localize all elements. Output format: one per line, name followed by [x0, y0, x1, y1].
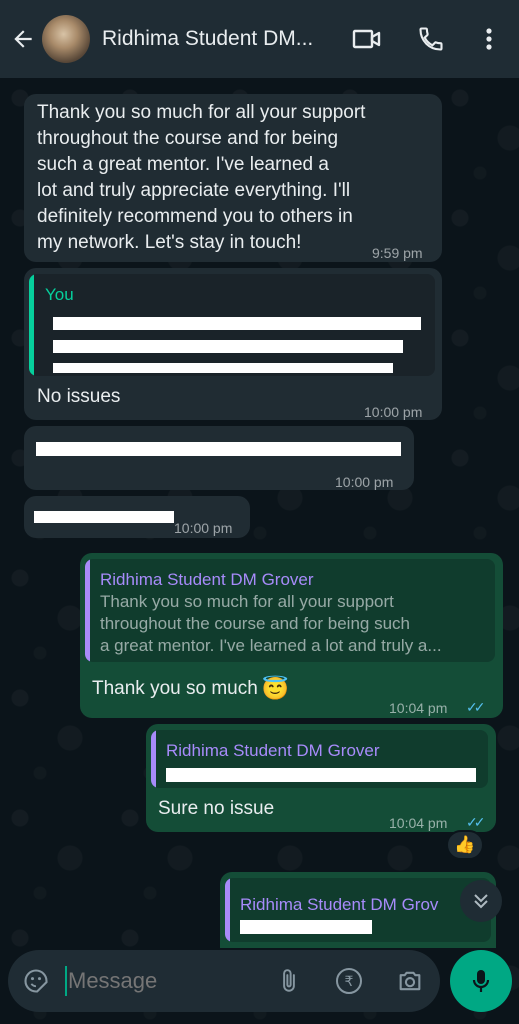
- attach-icon: [283, 969, 295, 992]
- double-chevron-down-icon: [474, 894, 488, 909]
- more-options-button[interactable]: [472, 22, 506, 56]
- more-options-icon: [486, 28, 492, 50]
- message-input[interactable]: [68, 964, 268, 998]
- message-time: 9:59 pm: [372, 245, 423, 261]
- quoted-message[interactable]: Ridhima Student DM Grover: [151, 730, 488, 788]
- message-line: definitely recommend you to others in: [37, 206, 353, 227]
- quote-line: Thank you so much for all your support: [100, 592, 394, 611]
- message-composer: ₹: [8, 950, 440, 1012]
- redaction-bar: [53, 317, 421, 330]
- message-line: such a great mentor. I've learned a: [37, 154, 329, 175]
- message-time: 10:00 pm: [174, 520, 233, 536]
- quoted-message[interactable]: Ridhima Student DM Grov: [225, 878, 491, 942]
- rupee-payment-icon: ₹: [336, 968, 362, 994]
- message-time: 10:04 pm: [389, 815, 448, 831]
- message-time: 10:00 pm: [364, 404, 423, 420]
- quote-line: a great mentor. I've learned a lot and t…: [100, 636, 442, 655]
- text-cursor: [65, 966, 67, 996]
- contact-avatar[interactable]: [42, 15, 90, 63]
- sticker-icon: [24, 969, 48, 993]
- redaction-bar: [166, 768, 476, 782]
- quote-author: Ridhima Student DM Grover: [166, 741, 380, 760]
- read-ticks-icon: ✓✓: [466, 699, 486, 715]
- quoted-message[interactable]: Ridhima Student DM Grover Thank you so m…: [85, 559, 495, 662]
- message-bubble-outgoing[interactable]: Ridhima Student DM Grov: [220, 872, 496, 948]
- redaction-bar: [240, 920, 372, 934]
- message-line: lot and truly appreciate everything. I'l…: [37, 180, 351, 201]
- redaction-bar: [34, 511, 174, 523]
- quote-accent-bar: [85, 559, 90, 662]
- phone-call-icon: [419, 27, 443, 51]
- video-call-button[interactable]: [350, 22, 384, 56]
- camera-icon: [399, 971, 421, 991]
- quote-accent-bar: [151, 730, 156, 788]
- message-bubble-outgoing[interactable]: Ridhima Student DM Grover Thank you so m…: [80, 553, 503, 718]
- quote-author: Ridhima Student DM Grov: [240, 895, 439, 914]
- quote-line: throughout the course and for being such: [100, 614, 410, 633]
- message-bubble-incoming[interactable]: 10:00 pm: [24, 426, 414, 490]
- back-arrow-icon: [14, 30, 32, 48]
- voice-message-button[interactable]: [450, 950, 512, 1012]
- message-text-content: Thank you so much: [92, 678, 258, 699]
- smiling-halo-emoji-icon: 😇: [261, 676, 290, 701]
- attach-button[interactable]: [276, 966, 302, 1001]
- svg-text:₹: ₹: [345, 974, 354, 990]
- message-text: No issues: [37, 386, 121, 407]
- video-call-icon: [352, 29, 381, 49]
- thumbs-up-emoji-icon: 👍: [454, 835, 476, 854]
- message-text: Thank you so much for all your support t…: [37, 100, 432, 256]
- quoted-message[interactable]: You: [29, 274, 435, 376]
- redaction-bar: [36, 442, 401, 456]
- payment-button[interactable]: ₹: [335, 967, 363, 1000]
- sticker-button[interactable]: [22, 967, 50, 1000]
- mic-icon: [472, 970, 490, 992]
- quote-author: Ridhima Student DM Grover: [100, 570, 314, 589]
- redaction-bar: [53, 363, 393, 373]
- message-time: 10:00 pm: [335, 474, 394, 490]
- quote-accent-bar: [29, 274, 34, 376]
- camera-button[interactable]: [396, 967, 424, 1000]
- message-reaction[interactable]: 👍: [446, 830, 484, 860]
- message-time: 10:04 pm: [389, 700, 448, 716]
- redaction-bar: [53, 340, 403, 353]
- message-bubble-incoming[interactable]: Thank you so much for all your support t…: [24, 94, 442, 262]
- back-button[interactable]: [6, 19, 40, 59]
- scroll-to-bottom-button[interactable]: [460, 880, 502, 922]
- message-bubble-outgoing[interactable]: Ridhima Student DM Grover Sure no issue …: [146, 724, 496, 832]
- message-text: Thank you so much 😇: [92, 676, 289, 702]
- quote-accent-bar: [225, 878, 230, 942]
- contact-name[interactable]: Ridhima Student DM...: [102, 27, 342, 51]
- message-line: Thank you so much for all your support: [37, 102, 366, 123]
- message-text: Sure no issue: [158, 798, 275, 819]
- quote-author: You: [45, 285, 74, 304]
- quote-text: Thank you so much for all your support t…: [100, 591, 490, 657]
- voice-call-button[interactable]: [414, 22, 448, 56]
- message-bubble-incoming[interactable]: 10:00 pm: [24, 496, 250, 538]
- message-bubble-incoming[interactable]: You No issues 10:00 pm: [24, 268, 442, 420]
- message-line: throughout the course and for being: [37, 128, 339, 149]
